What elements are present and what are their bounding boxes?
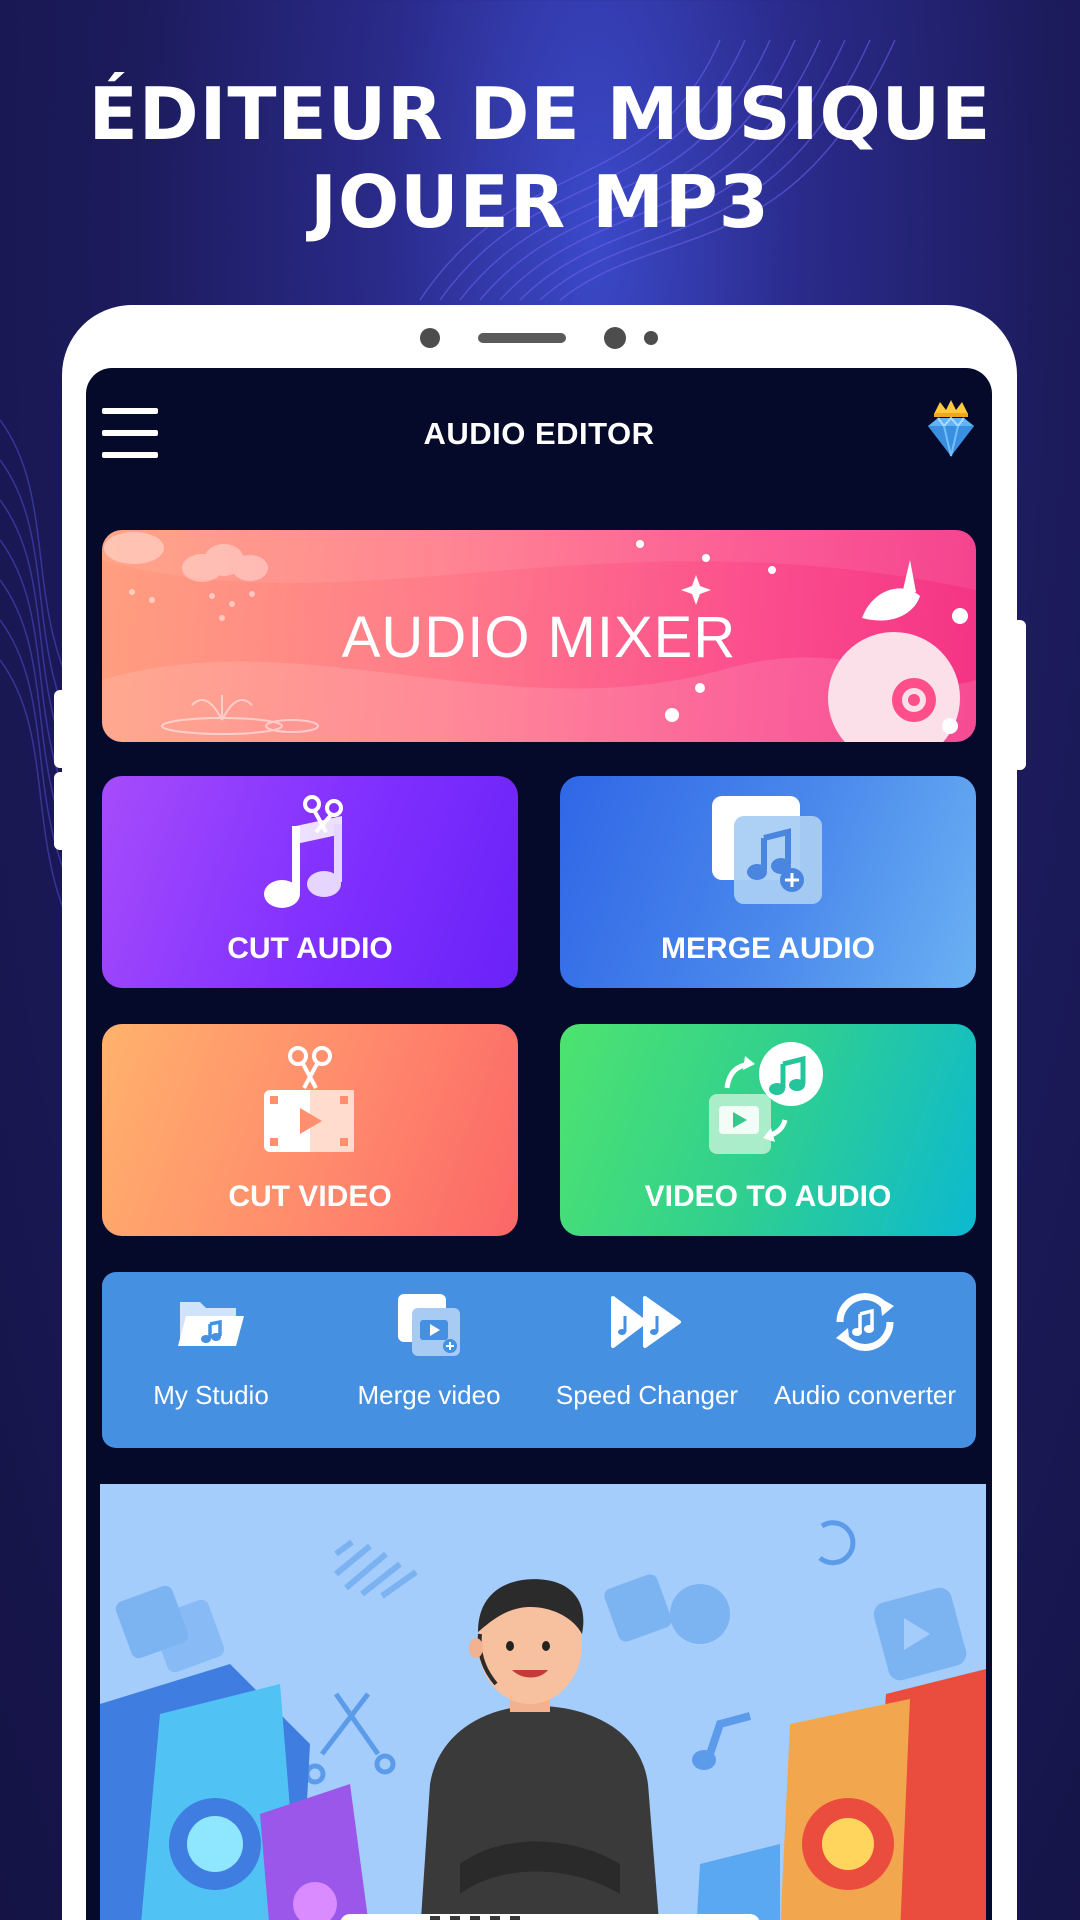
merge-video-button[interactable]: Merge video xyxy=(320,1272,538,1448)
phone-camera xyxy=(604,327,626,349)
promo-headline-line1: ÉDITEUR DE MUSIQUE xyxy=(88,72,992,156)
merge-music-icon xyxy=(712,796,822,904)
app-bar: AUDIO EDITOR xyxy=(86,368,992,498)
video-to-music-icon xyxy=(709,1042,823,1154)
folder-music-icon xyxy=(178,1302,244,1346)
my-studio-button[interactable]: My Studio xyxy=(102,1272,320,1448)
promo-headline: ÉDITEUR DE MUSIQUE JOUER MP3 xyxy=(0,70,1080,246)
speed-changer-label: Speed Changer xyxy=(555,1380,739,1410)
cut-video-label: CUT VIDEO xyxy=(228,1180,392,1213)
diamond-crown-icon[interactable] xyxy=(920,398,982,464)
video-to-audio-label: VIDEO TO AUDIO xyxy=(644,1180,892,1213)
film-scissors-icon xyxy=(264,1046,354,1152)
dj-illustration-art xyxy=(100,1520,986,1920)
audio-converter-label: Audio converter xyxy=(773,1380,957,1410)
phone-side-button xyxy=(1012,620,1026,770)
app-screen: AUDIO EDITOR AUDIO MIXER CUT AUDIO MERGE… xyxy=(86,368,992,1920)
audio-converter-button[interactable]: Audio converter xyxy=(756,1272,974,1448)
cut-video-tile[interactable]: CUT VIDEO xyxy=(102,1024,518,1236)
cut-audio-tile[interactable]: CUT AUDIO xyxy=(102,776,518,988)
audio-mixer-banner[interactable]: AUDIO MIXER xyxy=(102,530,976,742)
phone-side-button xyxy=(54,772,68,850)
my-studio-label: My Studio xyxy=(153,1380,269,1410)
cut-audio-label: CUT AUDIO xyxy=(227,932,393,965)
banner-title: AUDIO MIXER xyxy=(341,605,737,670)
merge-video-icon xyxy=(398,1294,460,1356)
speed-changer-button[interactable]: Speed Changer xyxy=(538,1272,756,1448)
phone-sensor xyxy=(644,331,658,345)
fast-forward-icon xyxy=(611,1296,681,1348)
promo-headline-line2: JOUER MP3 xyxy=(310,160,770,244)
app-title: AUDIO EDITOR xyxy=(423,416,655,451)
merge-video-label: Merge video xyxy=(357,1380,501,1410)
tools-strip: My Studio Merge video Speed Changer Audi… xyxy=(102,1272,976,1448)
dj-illustration xyxy=(100,1484,986,1920)
music-scissors-icon xyxy=(264,795,343,908)
convert-music-icon xyxy=(836,1293,894,1351)
video-to-audio-tile[interactable]: VIDEO TO AUDIO xyxy=(560,1024,976,1236)
phone-side-button xyxy=(54,690,68,768)
merge-audio-tile[interactable]: MERGE AUDIO xyxy=(560,776,976,988)
phone-speaker xyxy=(478,333,566,343)
phone-camera xyxy=(420,328,440,348)
merge-audio-label: MERGE AUDIO xyxy=(661,932,875,965)
